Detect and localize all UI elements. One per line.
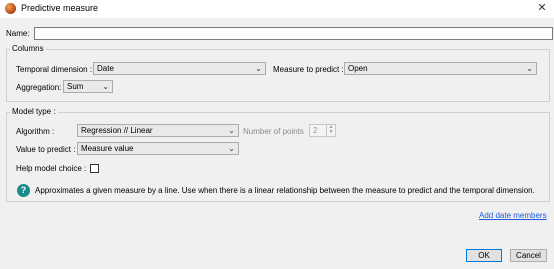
algorithm-label: Algorithm : bbox=[16, 127, 55, 136]
chevron-down-icon: ⌄ bbox=[228, 144, 235, 153]
window-title: Predictive measure bbox=[21, 3, 99, 13]
number-of-points-value: 2 bbox=[313, 126, 318, 135]
temporal-dimension-value: Date bbox=[97, 64, 114, 73]
algorithm-value: Regression // Linear bbox=[81, 126, 153, 135]
columns-group-title: Columns bbox=[10, 44, 46, 53]
model-type-group-title: Model type : bbox=[10, 107, 58, 116]
spin-down-icon[interactable]: ▼ bbox=[327, 130, 335, 135]
close-icon[interactable]: ✕ bbox=[534, 1, 550, 16]
algorithm-select[interactable]: Regression // Linear ⌄ bbox=[77, 124, 239, 137]
chevron-down-icon: ⌄ bbox=[255, 64, 262, 73]
temporal-dimension-select[interactable]: Date ⌄ bbox=[93, 62, 266, 75]
columns-group bbox=[6, 49, 550, 102]
algorithm-description: Approximates a given measure by a line. … bbox=[35, 186, 535, 195]
value-to-predict-label: Value to predict : bbox=[16, 145, 76, 154]
add-date-members-link[interactable]: Add date members bbox=[479, 211, 547, 220]
aggregation-label: Aggregation: bbox=[16, 83, 62, 92]
measure-to-predict-select[interactable]: Open ⌄ bbox=[344, 62, 537, 75]
temporal-dimension-label: Temporal dimension : bbox=[16, 65, 93, 74]
measure-to-predict-label: Measure to predict : bbox=[273, 65, 344, 74]
help-model-choice-checkbox[interactable] bbox=[90, 164, 99, 173]
cancel-button[interactable]: Cancel bbox=[510, 249, 547, 262]
help-model-choice-label: Help model choice : bbox=[16, 164, 87, 173]
number-of-points-spinner[interactable]: 2 ▲ ▼ bbox=[309, 124, 336, 137]
aggregation-select[interactable]: Sum ⌄ bbox=[63, 80, 113, 93]
value-to-predict-value: Measure value bbox=[81, 144, 134, 153]
chevron-down-icon: ⌄ bbox=[526, 64, 533, 73]
ok-button[interactable]: OK bbox=[466, 249, 502, 262]
aggregation-value: Sum bbox=[67, 82, 84, 91]
spinner-arrows-icon[interactable]: ▲ ▼ bbox=[326, 125, 335, 136]
title-bar: Predictive measure ✕ bbox=[0, 0, 554, 18]
help-icon: ? bbox=[17, 184, 30, 197]
app-icon bbox=[5, 3, 16, 14]
value-to-predict-select[interactable]: Measure value ⌄ bbox=[77, 142, 239, 155]
chevron-down-icon: ⌄ bbox=[228, 126, 235, 135]
number-of-points-label: Number of points bbox=[243, 127, 304, 136]
name-input[interactable] bbox=[34, 27, 553, 40]
chevron-down-icon: ⌄ bbox=[102, 82, 109, 91]
name-label: Name: bbox=[6, 29, 30, 38]
measure-to-predict-value: Open bbox=[348, 64, 368, 73]
